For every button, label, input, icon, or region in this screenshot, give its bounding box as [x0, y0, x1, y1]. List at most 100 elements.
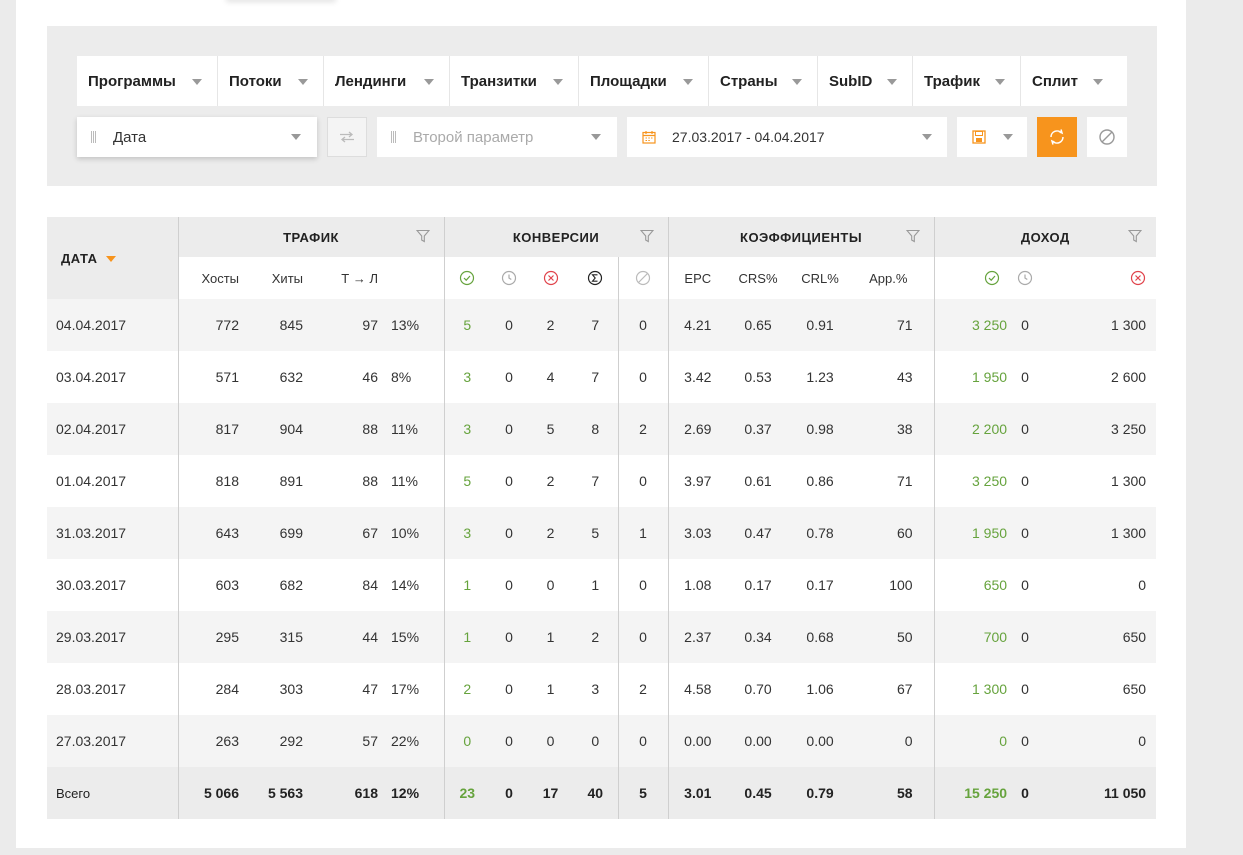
hits-header[interactable]: Хиты	[248, 257, 321, 299]
cell-app: 43	[851, 351, 935, 403]
cell-income-rejected: 11 050	[1041, 767, 1157, 819]
table-row[interactable]: 04.04.2017 772 845 97 13% 5 0 2 7 0 4.21 0.65 0.91 71…	[47, 299, 1157, 351]
filter-tabs: Программы Потоки Лендинги Транзитки Площ…	[77, 56, 1127, 106]
cell-tl: 57	[321, 715, 379, 767]
table-row[interactable]: 29.03.2017 295 315 44 15% 1 0 1 2 0 2.37 0.34 0.68 50…	[47, 611, 1157, 663]
filter-tab-label: Площадки	[590, 72, 667, 90]
cell-conv-pending: 0	[490, 351, 529, 403]
rejected-income-header[interactable]	[1041, 257, 1157, 299]
cell-crl: 0.91	[789, 299, 852, 351]
filter-funnel-icon[interactable]	[905, 229, 920, 243]
table-row[interactable]: 27.03.2017 263 292 57 22% 0 0 0 0 0 0.00 0.00 0.00 0 0…	[47, 715, 1157, 767]
crl-header[interactable]: CRL%	[789, 257, 852, 299]
income-group-label: ДОХОД	[1020, 229, 1070, 245]
cell-tl-pct: 11%	[379, 455, 445, 507]
rejected-conv-header[interactable]	[528, 257, 574, 299]
cell-conv-approved: 3	[443, 403, 491, 455]
table-row[interactable]: 01.04.2017 818 891 88 11% 5 0 2 7 0 3.97 0.61 0.86 71…	[47, 455, 1157, 507]
swap-params-button[interactable]	[327, 117, 367, 157]
drag-handle-icon[interactable]	[391, 131, 397, 143]
pending-income-header[interactable]	[1009, 257, 1042, 299]
filter-tab-label: SubID	[829, 72, 873, 90]
calendar-icon	[642, 131, 656, 144]
sigma-circle-icon	[588, 271, 603, 286]
clock-icon	[1017, 271, 1033, 286]
cell-hosts: 571	[177, 351, 248, 403]
cell-conv-trash: 2	[617, 663, 669, 715]
cell-tl: 67	[321, 507, 379, 559]
cell-epc: 3.03	[667, 507, 728, 559]
cell-income-approved: 700	[933, 611, 1010, 663]
table-row[interactable]: 02.04.2017 817 904 88 11% 3 0 5 8 2 2.69 0.37 0.98 38…	[47, 403, 1157, 455]
filter-tab-countries[interactable]: Страны	[709, 56, 818, 106]
cell-crl: 1.06	[789, 663, 852, 715]
save-preset-button[interactable]	[957, 117, 1027, 157]
cell-conv-pending: 0	[490, 559, 529, 611]
cell-crs: 0.34	[727, 611, 790, 663]
filter-tab-landings[interactable]: Лендинги	[324, 56, 450, 106]
table-row[interactable]: 28.03.2017 284 303 47 17% 2 0 1 3 2 4.58 0.70 1.06 67…	[47, 663, 1157, 715]
filter-tab-transits[interactable]: Транзитки	[450, 56, 579, 106]
table-row[interactable]: 30.03.2017 603 682 84 14% 1 0 0 1 0 1.08 0.17 0.17 10…	[47, 559, 1157, 611]
date-column-header[interactable]: ДАТА	[47, 217, 178, 299]
cell-conv-pending: 0	[490, 715, 529, 767]
cell-hits: 315	[248, 611, 321, 663]
cell-conv-approved: 1	[443, 559, 491, 611]
cell-conv-approved: 0	[443, 715, 491, 767]
cell-date: 03.04.2017	[47, 351, 178, 403]
chevron-down-icon	[424, 79, 434, 85]
table-row[interactable]: 31.03.2017 643 699 67 10% 3 0 2 5 1 3.03 0.47 0.78 60…	[47, 507, 1157, 559]
filter-tab-traffic[interactable]: Трафик	[913, 56, 1021, 106]
cell-epc: 0.00	[667, 715, 728, 767]
hosts-header[interactable]: Хосты	[177, 257, 248, 299]
filter-funnel-icon[interactable]	[639, 229, 654, 243]
refresh-button[interactable]	[1037, 117, 1077, 157]
cell-date: 27.03.2017	[47, 715, 178, 767]
coefficients-group-label: КОЭФФИЦИЕНТЫ	[740, 229, 863, 245]
cell-income-pending: 0	[1009, 559, 1042, 611]
table-row[interactable]: 03.04.2017 571 632 46 8% 3 0 4 7 0 3.42 0.53 1.23 43 1…	[47, 351, 1157, 403]
filter-funnel-icon[interactable]	[415, 229, 430, 243]
cell-conv-pending: 0	[490, 507, 529, 559]
cell-hosts: 643	[177, 507, 248, 559]
approved-income-header[interactable]	[933, 257, 1010, 299]
epc-header[interactable]: EPC	[667, 257, 728, 299]
cell-app: 67	[851, 663, 935, 715]
trash-conv-header[interactable]	[617, 257, 669, 299]
pending-conv-header[interactable]	[490, 257, 529, 299]
filter-tab-split[interactable]: Сплит	[1021, 56, 1127, 106]
first-param-select[interactable]: Дата	[77, 117, 317, 157]
second-param-select[interactable]: Второй параметр	[377, 117, 617, 157]
cell-app: 71	[851, 299, 935, 351]
cell-conv-approved: 1	[443, 611, 491, 663]
filter-funnel-icon[interactable]	[1128, 229, 1143, 243]
date-range-picker[interactable]: 27.03.2017 - 04.04.2017	[627, 117, 947, 157]
traffic-group-header: ТРАФИК	[177, 217, 445, 257]
cell-tl: 46	[321, 351, 379, 403]
cell-conv-total: 3	[573, 663, 619, 715]
cell-date: 02.04.2017	[47, 403, 178, 455]
income-group-header: ДОХОД	[933, 217, 1157, 257]
cell-hosts: 284	[177, 663, 248, 715]
app-header[interactable]: App.%	[851, 257, 935, 299]
crs-header[interactable]: CRS%	[727, 257, 790, 299]
filter-tab-sites[interactable]: Площадки	[579, 56, 709, 106]
cell-income-pending: 0	[1009, 299, 1042, 351]
cell-hits: 5 563	[248, 767, 321, 819]
table-total-row: Всего 5 066 5 563 618 12% 23 0 17 40 5 3…	[47, 767, 1157, 819]
tl-header[interactable]: Т → Л	[321, 257, 379, 299]
drag-handle-icon[interactable]	[91, 131, 97, 143]
cell-income-approved: 1 950	[933, 507, 1010, 559]
reset-button[interactable]	[1087, 117, 1127, 157]
approved-conv-header[interactable]	[443, 257, 491, 299]
filter-tab-programs[interactable]: Программы	[77, 56, 218, 106]
cell-app: 50	[851, 611, 935, 663]
chevron-down-icon	[792, 79, 802, 85]
cell-income-rejected: 1 300	[1041, 299, 1157, 351]
filter-tab-subid[interactable]: SubID	[818, 56, 913, 106]
total-conv-header[interactable]	[573, 257, 619, 299]
cell-hosts: 263	[177, 715, 248, 767]
cell-conv-trash: 2	[617, 403, 669, 455]
cell-hosts: 603	[177, 559, 248, 611]
filter-tab-streams[interactable]: Потоки	[218, 56, 324, 106]
